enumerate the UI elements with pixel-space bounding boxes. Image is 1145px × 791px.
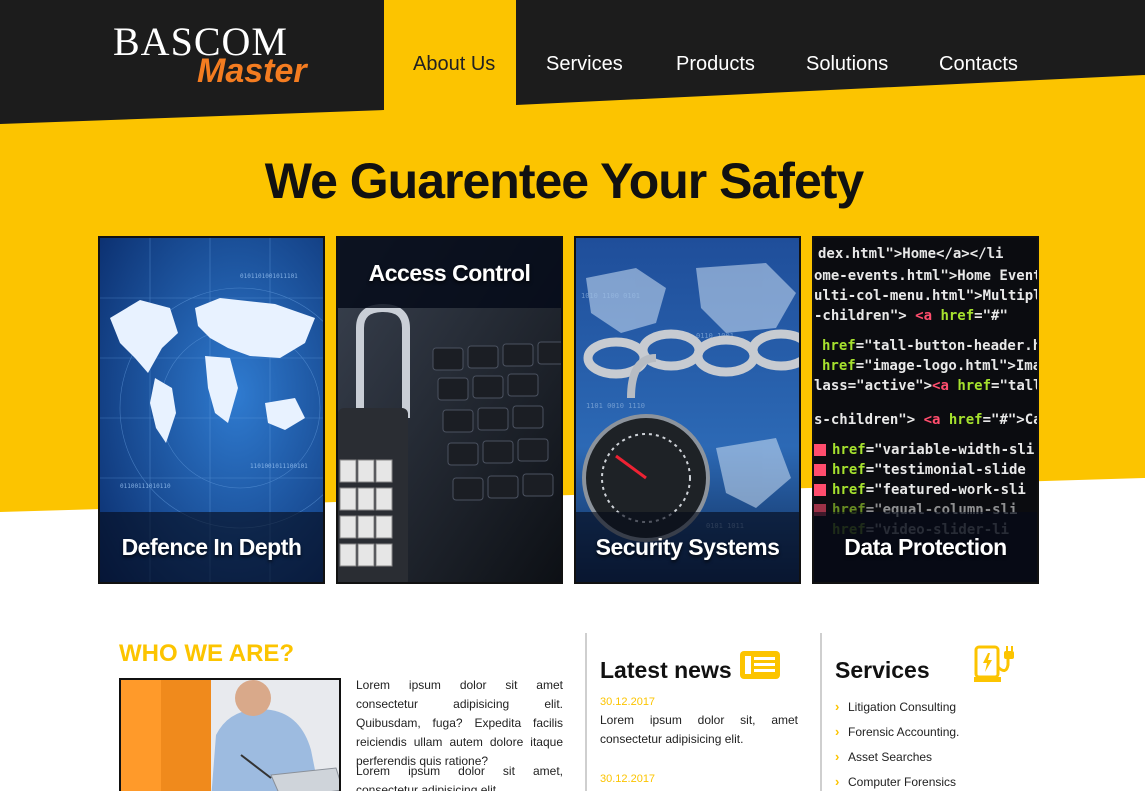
news-date: 30.12.2017 xyxy=(600,696,656,708)
who-we-are-paragraph: Lorem ipsum dolor sit amet consectetur a… xyxy=(356,678,563,768)
service-label: Computer Forensics xyxy=(848,774,957,789)
nav-about-us[interactable]: About Us xyxy=(413,53,495,76)
who-we-are-paragraph: Lorem ipsum dolor sit amet, consectetur … xyxy=(356,764,563,791)
svg-text:1101 0010 1110: 1101 0010 1110 xyxy=(586,402,645,410)
service-item[interactable]: › Computer Forensics xyxy=(835,769,959,791)
service-item[interactable]: › Forensic Accounting. xyxy=(835,719,959,744)
svg-text:href="testimonial-slide: href="testimonial-slide xyxy=(832,462,1026,478)
news-date: 30.12.2017 xyxy=(600,773,656,785)
charging-station-icon xyxy=(974,645,1020,683)
nav-services[interactable]: Services xyxy=(546,53,623,76)
svg-text:ulti-col-menu.html">Multiple: ulti-col-menu.html">Multiple xyxy=(814,288,1039,304)
column-divider xyxy=(820,633,822,791)
svg-text:href="tall-button-header.ht: href="tall-button-header.ht xyxy=(822,338,1039,354)
svg-text:1101001011100101: 1101001011100101 xyxy=(250,463,308,470)
card-data-protection[interactable]: dex.html">Home</a></li ome-events.html">… xyxy=(812,236,1039,584)
service-label: Asset Searches xyxy=(848,749,933,764)
chevron-right-icon: › xyxy=(835,749,840,764)
card-label: Defence In Depth xyxy=(121,534,302,560)
svg-text:href="image-logo.html">Ima: href="image-logo.html">Ima xyxy=(822,358,1039,374)
card-access-control[interactable]: Access Control xyxy=(336,236,563,584)
svg-text:01100111010110: 01100111010110 xyxy=(120,483,171,490)
service-label: Forensic Accounting. xyxy=(848,724,960,739)
svg-text:0101101001011101: 0101101001011101 xyxy=(240,273,298,280)
svg-text:href="variable-width-sli: href="variable-width-sli xyxy=(832,442,1034,458)
who-we-are-title: WHO WE ARE? xyxy=(119,640,295,667)
chevron-right-icon: › xyxy=(835,774,840,789)
logo[interactable]: BASCOM Master xyxy=(113,22,323,92)
svg-text:s-children"> <a href="#">Ca: s-children"> <a href="#">Ca xyxy=(814,412,1039,428)
card-label: Access Control xyxy=(368,260,531,286)
card-label: Data Protection xyxy=(844,534,1007,560)
latest-news-title: Latest news xyxy=(600,657,732,683)
who-we-are-photo xyxy=(119,678,341,791)
svg-text:href="featured-work-sli: href="featured-work-sli xyxy=(832,482,1026,498)
nav-contacts[interactable]: Contacts xyxy=(939,53,1018,76)
service-label: Litigation Consulting xyxy=(848,699,957,714)
nav-products[interactable]: Products xyxy=(676,53,755,76)
svg-text:ome-events.html">Home Events: ome-events.html">Home Events xyxy=(814,268,1039,284)
svg-text:1010 1100 0101: 1010 1100 0101 xyxy=(581,292,640,300)
card-security-systems[interactable]: 1010 1100 0101 0110 1001 1101 0010 1110 … xyxy=(574,236,801,584)
card-label: Security Systems xyxy=(595,534,780,560)
logo-subtitle: Master xyxy=(197,52,307,90)
services-title: Services xyxy=(835,657,930,683)
service-item[interactable]: › Litigation Consulting xyxy=(835,694,959,719)
chevron-right-icon: › xyxy=(835,724,840,739)
chevron-right-icon: › xyxy=(835,699,840,714)
svg-text:lass="active"><a href="tall-: lass="active"><a href="tall- xyxy=(814,378,1039,394)
column-divider xyxy=(585,633,587,791)
hero-title: We Guarentee Your Safety xyxy=(264,153,864,209)
newspaper-icon xyxy=(739,650,781,680)
nav-solutions[interactable]: Solutions xyxy=(806,53,888,76)
card-defence-in-depth[interactable]: 0101101001011101 1101001011100101 011001… xyxy=(98,236,325,584)
service-item[interactable]: › Asset Searches xyxy=(835,744,959,769)
news-text[interactable]: Lorem ipsum dolor sit, amet consectetur … xyxy=(600,711,798,749)
svg-text:dex.html">Home</a></li: dex.html">Home</a></li xyxy=(818,246,1003,262)
services-list: › Litigation Consulting › Forensic Accou… xyxy=(835,694,959,791)
svg-text:-children"> <a href="#": -children"> <a href="#" xyxy=(814,308,1008,324)
